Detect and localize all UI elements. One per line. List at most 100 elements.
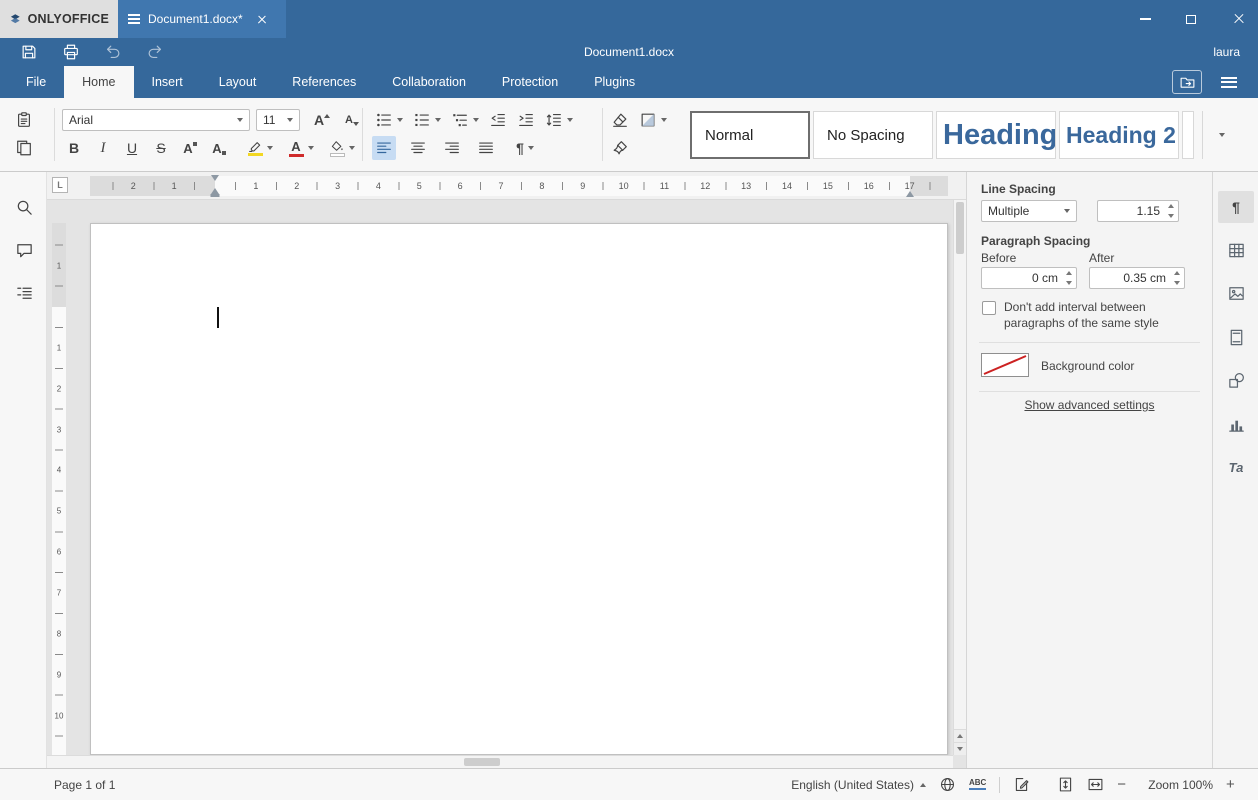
- open-file-location-button[interactable]: [1172, 70, 1202, 94]
- bullets-button[interactable]: [372, 108, 406, 132]
- copy-button[interactable]: [12, 136, 36, 160]
- font-size-select[interactable]: 11: [256, 109, 300, 131]
- spell-check-button[interactable]: ABC: [968, 779, 987, 790]
- align-center-button[interactable]: [406, 136, 430, 160]
- scrollbar-thumb[interactable]: [463, 758, 500, 766]
- zoom-level[interactable]: Zoom 100%: [1148, 778, 1213, 792]
- show-advanced-settings-link[interactable]: Show advanced settings: [967, 398, 1212, 412]
- bold-button[interactable]: B: [62, 136, 86, 160]
- decrease-font-size-button[interactable]: A: [340, 108, 364, 132]
- document-tab[interactable]: Document1.docx*: [118, 0, 286, 38]
- tab-insert[interactable]: Insert: [134, 66, 201, 98]
- paragraph-color-button[interactable]: [636, 108, 670, 132]
- next-page-button[interactable]: [954, 742, 966, 755]
- track-changes-button[interactable]: [1013, 776, 1030, 793]
- previous-page-button[interactable]: [954, 729, 966, 742]
- paste-button[interactable]: [12, 108, 36, 132]
- tab-file[interactable]: File: [8, 66, 64, 98]
- tab-references[interactable]: References: [274, 66, 374, 98]
- tab-plugins[interactable]: Plugins: [576, 66, 653, 98]
- styles-gallery: Normal No Spacing Heading 1 Heading 2: [690, 111, 1238, 159]
- tab-stop-selector[interactable]: L: [52, 177, 68, 193]
- text-art-settings-button[interactable]: Ta: [1218, 451, 1254, 483]
- maximize-button[interactable]: [1168, 0, 1213, 38]
- right-indent-marker[interactable]: [906, 191, 914, 197]
- style-heading2[interactable]: Heading 2: [1059, 111, 1179, 159]
- subscript-button[interactable]: A: [207, 136, 231, 160]
- decrease-indent-button[interactable]: [486, 108, 510, 132]
- main-menu-button[interactable]: [1214, 70, 1244, 94]
- table-settings-button[interactable]: [1218, 234, 1254, 266]
- left-indent-marker[interactable]: [210, 194, 220, 197]
- style-heading1[interactable]: Heading 1: [936, 111, 1056, 159]
- chart-settings-button[interactable]: [1218, 408, 1254, 440]
- zoom-out-button[interactable]: −: [1117, 776, 1135, 793]
- navigation-button[interactable]: [12, 280, 36, 306]
- underline-button[interactable]: U: [120, 136, 144, 160]
- multilevel-list-button[interactable]: [448, 108, 482, 132]
- style-no-spacing[interactable]: No Spacing: [813, 111, 933, 159]
- redo-button[interactable]: [134, 39, 176, 65]
- styles-gallery-expand-button[interactable]: [1206, 111, 1238, 159]
- set-language-button[interactable]: [939, 776, 956, 793]
- tab-menu-icon: [128, 14, 140, 24]
- app-logo-tab[interactable]: ONLYOFFICE: [0, 0, 118, 38]
- image-settings-button[interactable]: [1218, 277, 1254, 309]
- strikethrough-button[interactable]: S: [149, 136, 173, 160]
- open-file-location-icon: [1180, 77, 1194, 88]
- italic-button[interactable]: I: [91, 136, 115, 160]
- arrow-down-icon: [957, 747, 963, 751]
- numbering-button[interactable]: [410, 108, 444, 132]
- fit-width-button[interactable]: [1087, 776, 1104, 793]
- justify-button[interactable]: [474, 136, 498, 160]
- scrollbar-thumb[interactable]: [956, 202, 964, 254]
- print-button[interactable]: [50, 39, 92, 65]
- highlight-color-button[interactable]: [242, 136, 278, 160]
- horizontal-scrollbar[interactable]: [47, 755, 953, 768]
- minimize-button[interactable]: [1123, 0, 1168, 38]
- tab-layout[interactable]: Layout: [201, 66, 275, 98]
- document-page[interactable]: [90, 223, 948, 755]
- language-selector[interactable]: English (United States): [791, 778, 926, 792]
- spacing-after-spinner[interactable]: 0.35 cm: [1089, 267, 1185, 289]
- font-name-select[interactable]: Arial: [62, 109, 250, 131]
- clear-style-button[interactable]: [608, 108, 632, 132]
- tab-home[interactable]: Home: [64, 66, 134, 98]
- style-normal[interactable]: Normal: [690, 111, 810, 159]
- align-right-button[interactable]: [440, 136, 464, 160]
- close-tab-icon[interactable]: [257, 15, 266, 24]
- line-spacing-value-spinner[interactable]: 1.15: [1097, 200, 1179, 222]
- spinner-arrows[interactable]: [1168, 204, 1174, 218]
- shading-color-button[interactable]: [324, 136, 360, 160]
- copy-style-button[interactable]: [608, 136, 632, 160]
- line-spacing-type-select[interactable]: Multiple: [981, 200, 1077, 222]
- no-interval-checkbox[interactable]: [982, 301, 996, 315]
- font-color-button[interactable]: A: [283, 136, 319, 160]
- superscript-button[interactable]: A: [178, 136, 202, 160]
- save-button[interactable]: [8, 39, 50, 65]
- nonprinting-characters-button[interactable]: ¶: [508, 136, 542, 160]
- spinner-arrows[interactable]: [1066, 271, 1072, 285]
- first-line-indent-marker[interactable]: [211, 175, 219, 181]
- spinner-arrows[interactable]: [1174, 271, 1180, 285]
- zoom-in-button[interactable]: +: [1226, 776, 1244, 793]
- fit-page-button[interactable]: [1057, 776, 1074, 793]
- shape-settings-button[interactable]: [1218, 364, 1254, 396]
- align-left-button[interactable]: [372, 136, 396, 160]
- vertical-scrollbar[interactable]: [953, 200, 966, 755]
- close-window-button[interactable]: [1213, 0, 1258, 38]
- page-indicator[interactable]: Page 1 of 1: [54, 778, 115, 792]
- header-footer-settings-button[interactable]: [1218, 321, 1254, 353]
- increase-font-size-button[interactable]: A: [310, 108, 334, 132]
- spacing-before-spinner[interactable]: 0 cm: [981, 267, 1077, 289]
- tab-collaboration[interactable]: Collaboration: [374, 66, 484, 98]
- paragraph-settings-button[interactable]: ¶: [1218, 191, 1254, 223]
- search-button[interactable]: [12, 194, 36, 220]
- undo-button[interactable]: [92, 39, 134, 65]
- tab-protection[interactable]: Protection: [484, 66, 576, 98]
- comments-button[interactable]: [12, 237, 36, 263]
- increase-indent-button[interactable]: [514, 108, 538, 132]
- line-spacing-button[interactable]: [542, 108, 576, 132]
- background-color-swatch[interactable]: [981, 353, 1029, 377]
- style-partial[interactable]: [1182, 111, 1194, 159]
